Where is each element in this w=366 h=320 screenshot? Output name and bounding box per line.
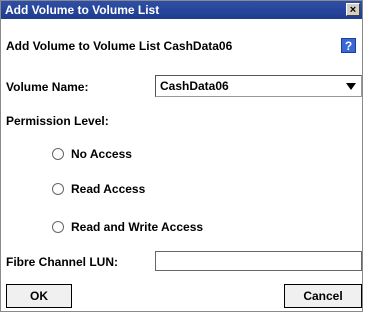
window-title: Add Volume to Volume List [5,3,160,17]
radio-button[interactable] [52,148,64,160]
fibre-channel-lun-label: Fibre Channel LUN: [6,255,119,269]
radio-button[interactable] [52,183,64,195]
close-icon: × [349,4,357,16]
help-icon[interactable]: ? [341,38,356,53]
radio-label: Read and Write Access [71,220,204,234]
title-bar: Add Volume to Volume List × [1,1,362,19]
close-button[interactable]: × [346,3,360,16]
permission-level-label: Permission Level: [6,114,109,128]
cancel-button[interactable]: Cancel [284,284,362,308]
radio-label: Read Access [71,182,146,196]
volume-name-value: CashData06 [160,79,229,93]
dialog-subtitle: Add Volume to Volume List CashData06 [6,39,233,53]
fibre-channel-lun-input[interactable] [155,251,362,271]
volume-name-label: Volume Name: [6,80,89,94]
add-volume-dialog: Add Volume to Volume List × Add Volume t… [0,0,363,312]
chevron-down-icon [346,83,356,90]
radio-label: No Access [71,147,132,161]
radio-button[interactable] [52,221,64,233]
ok-button[interactable]: OK [6,284,72,308]
volume-name-select[interactable]: CashData06 [155,75,362,97]
